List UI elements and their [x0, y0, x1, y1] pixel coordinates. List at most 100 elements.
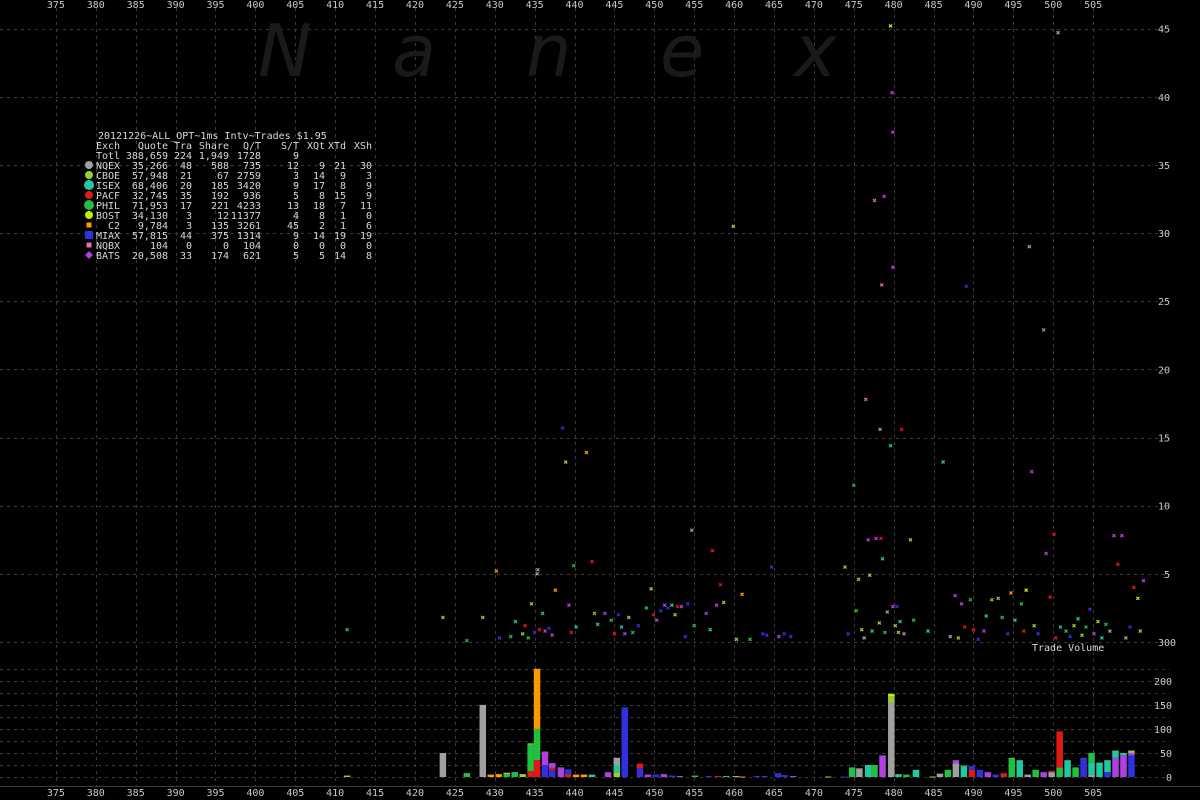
volume-bar	[548, 763, 556, 777]
volume-bar-segment	[840, 776, 848, 778]
x-tick-label-top: 385	[127, 0, 145, 11]
trade-point	[1127, 625, 1132, 629]
x-tick-label-bottom: 460	[725, 788, 743, 799]
x-tick-label-top: 470	[805, 0, 823, 11]
trade-point	[1032, 623, 1037, 628]
volume-bar	[879, 755, 886, 777]
trade-point	[616, 612, 621, 617]
trade-point	[535, 567, 540, 572]
volume-bar	[613, 757, 621, 777]
volume-bar-segment	[1000, 773, 1008, 777]
volume-bar-segment	[952, 760, 960, 764]
watermark-letter: n	[526, 9, 572, 93]
trade-point	[658, 608, 663, 613]
trade-point	[649, 586, 654, 591]
volume-bar	[936, 773, 944, 777]
trade-point	[880, 556, 885, 561]
volume-bar-segment	[533, 668, 541, 729]
volume-bar-segment	[879, 755, 886, 777]
volume-bar-segment	[738, 776, 746, 778]
legend-header-cell: XTd	[328, 141, 346, 152]
volume-bar-segment	[533, 728, 541, 761]
volume-bar	[732, 776, 739, 778]
volume-bar-segment	[519, 774, 526, 777]
trade-point	[494, 569, 499, 574]
trade-point	[480, 615, 485, 620]
trade-point	[1005, 631, 1010, 636]
volume-bar-segment	[856, 768, 863, 777]
legend-marker	[85, 231, 93, 239]
trade-point	[879, 282, 884, 287]
trade-point	[902, 631, 906, 636]
volume-bar-segment	[968, 765, 976, 770]
volume-bar-segment	[753, 776, 760, 778]
volume-bar	[439, 752, 447, 777]
volume-bar-segment	[541, 764, 549, 777]
trade-point	[870, 629, 875, 634]
volume-bar-segment	[960, 766, 968, 777]
legend-marker	[85, 161, 93, 169]
volume-tick-label: 50	[1160, 749, 1172, 760]
volume-bar	[1096, 762, 1103, 777]
trade-point	[535, 571, 539, 576]
x-tick-label-top: 410	[326, 0, 344, 11]
volume-bar	[564, 769, 572, 777]
trade-point	[953, 593, 958, 598]
trade-point	[882, 194, 887, 199]
volume-bar	[968, 765, 976, 777]
volume-bar	[856, 768, 863, 777]
trade-points	[345, 23, 1146, 643]
volume-bar-segment	[613, 772, 621, 777]
volume-bar-segment	[1104, 772, 1111, 777]
trade-point	[846, 631, 851, 636]
trade-point	[996, 596, 1001, 601]
volume-bar-segment	[572, 774, 580, 777]
trade-point	[911, 618, 916, 623]
x-tick-label-top: 480	[885, 0, 903, 11]
trade-point	[1036, 631, 1041, 636]
trade-point	[543, 629, 547, 634]
volume-bar-segment	[548, 769, 556, 777]
trade-point	[508, 634, 513, 639]
trade-point	[665, 605, 670, 610]
volume-bar-segment	[992, 774, 1000, 777]
trade-point	[908, 537, 913, 542]
grid-lines	[0, 8, 1200, 787]
volume-bar-segment	[527, 743, 534, 745]
trade-point	[896, 630, 901, 635]
volume-bar	[636, 763, 644, 777]
volume-bar-segment	[604, 772, 612, 777]
volume-bar-segment	[895, 774, 902, 777]
volume-bar	[660, 774, 668, 777]
trade-point	[959, 601, 964, 606]
x-tick-label-top: 420	[406, 0, 424, 11]
x-axis-bottom-ticks: 375 380 385 390 395 400 405 410 415 420 425 430 435 4…	[47, 788, 1102, 799]
legend-header-cell: XQt	[307, 141, 325, 152]
trade-point	[1013, 618, 1017, 623]
trade-point	[683, 634, 688, 639]
trade-point	[1123, 635, 1128, 640]
volume-bar-segment	[564, 769, 572, 775]
volume-bar	[705, 776, 712, 778]
volume-bar	[1064, 760, 1071, 777]
trade-point	[1119, 533, 1124, 538]
trade-point	[1029, 469, 1034, 474]
volume-bar-segment	[1008, 757, 1016, 777]
trade-point	[1044, 551, 1048, 556]
volume-bar-segment	[644, 774, 652, 777]
watermark-letter: x	[792, 9, 838, 93]
volume-bar	[557, 767, 565, 777]
price-tick-label: 20	[1158, 365, 1170, 376]
trade-point	[888, 443, 893, 448]
x-tick-label-top: 505	[1084, 0, 1102, 11]
x-tick-label-top: 425	[446, 0, 464, 11]
volume-bar	[644, 774, 652, 777]
trade-point	[1096, 619, 1100, 624]
x-tick-label-bottom: 385	[127, 788, 145, 799]
trade-point	[976, 637, 981, 642]
volume-bar	[738, 776, 746, 778]
trade-point	[710, 548, 715, 553]
volume-bar	[588, 774, 596, 777]
trade-point	[523, 623, 527, 628]
trade-point	[571, 563, 576, 568]
